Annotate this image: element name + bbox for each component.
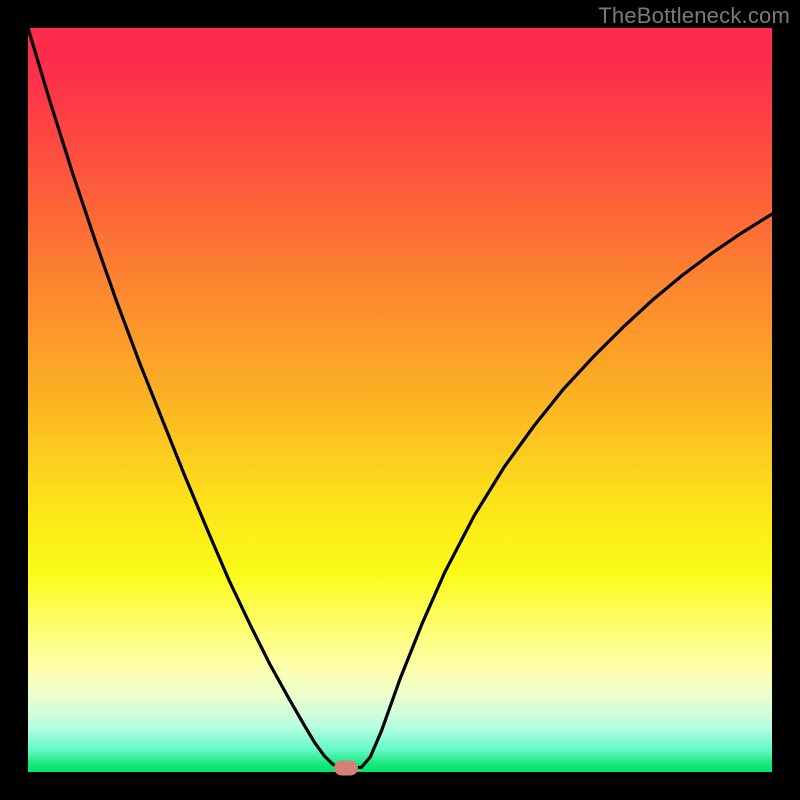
bottleneck-curve [28, 28, 772, 768]
chart-frame: TheBottleneck.com [0, 0, 800, 800]
optimum-marker [334, 760, 358, 775]
watermark-text: TheBottleneck.com [598, 3, 790, 29]
plot-area [28, 28, 772, 772]
curve-svg [28, 28, 772, 772]
